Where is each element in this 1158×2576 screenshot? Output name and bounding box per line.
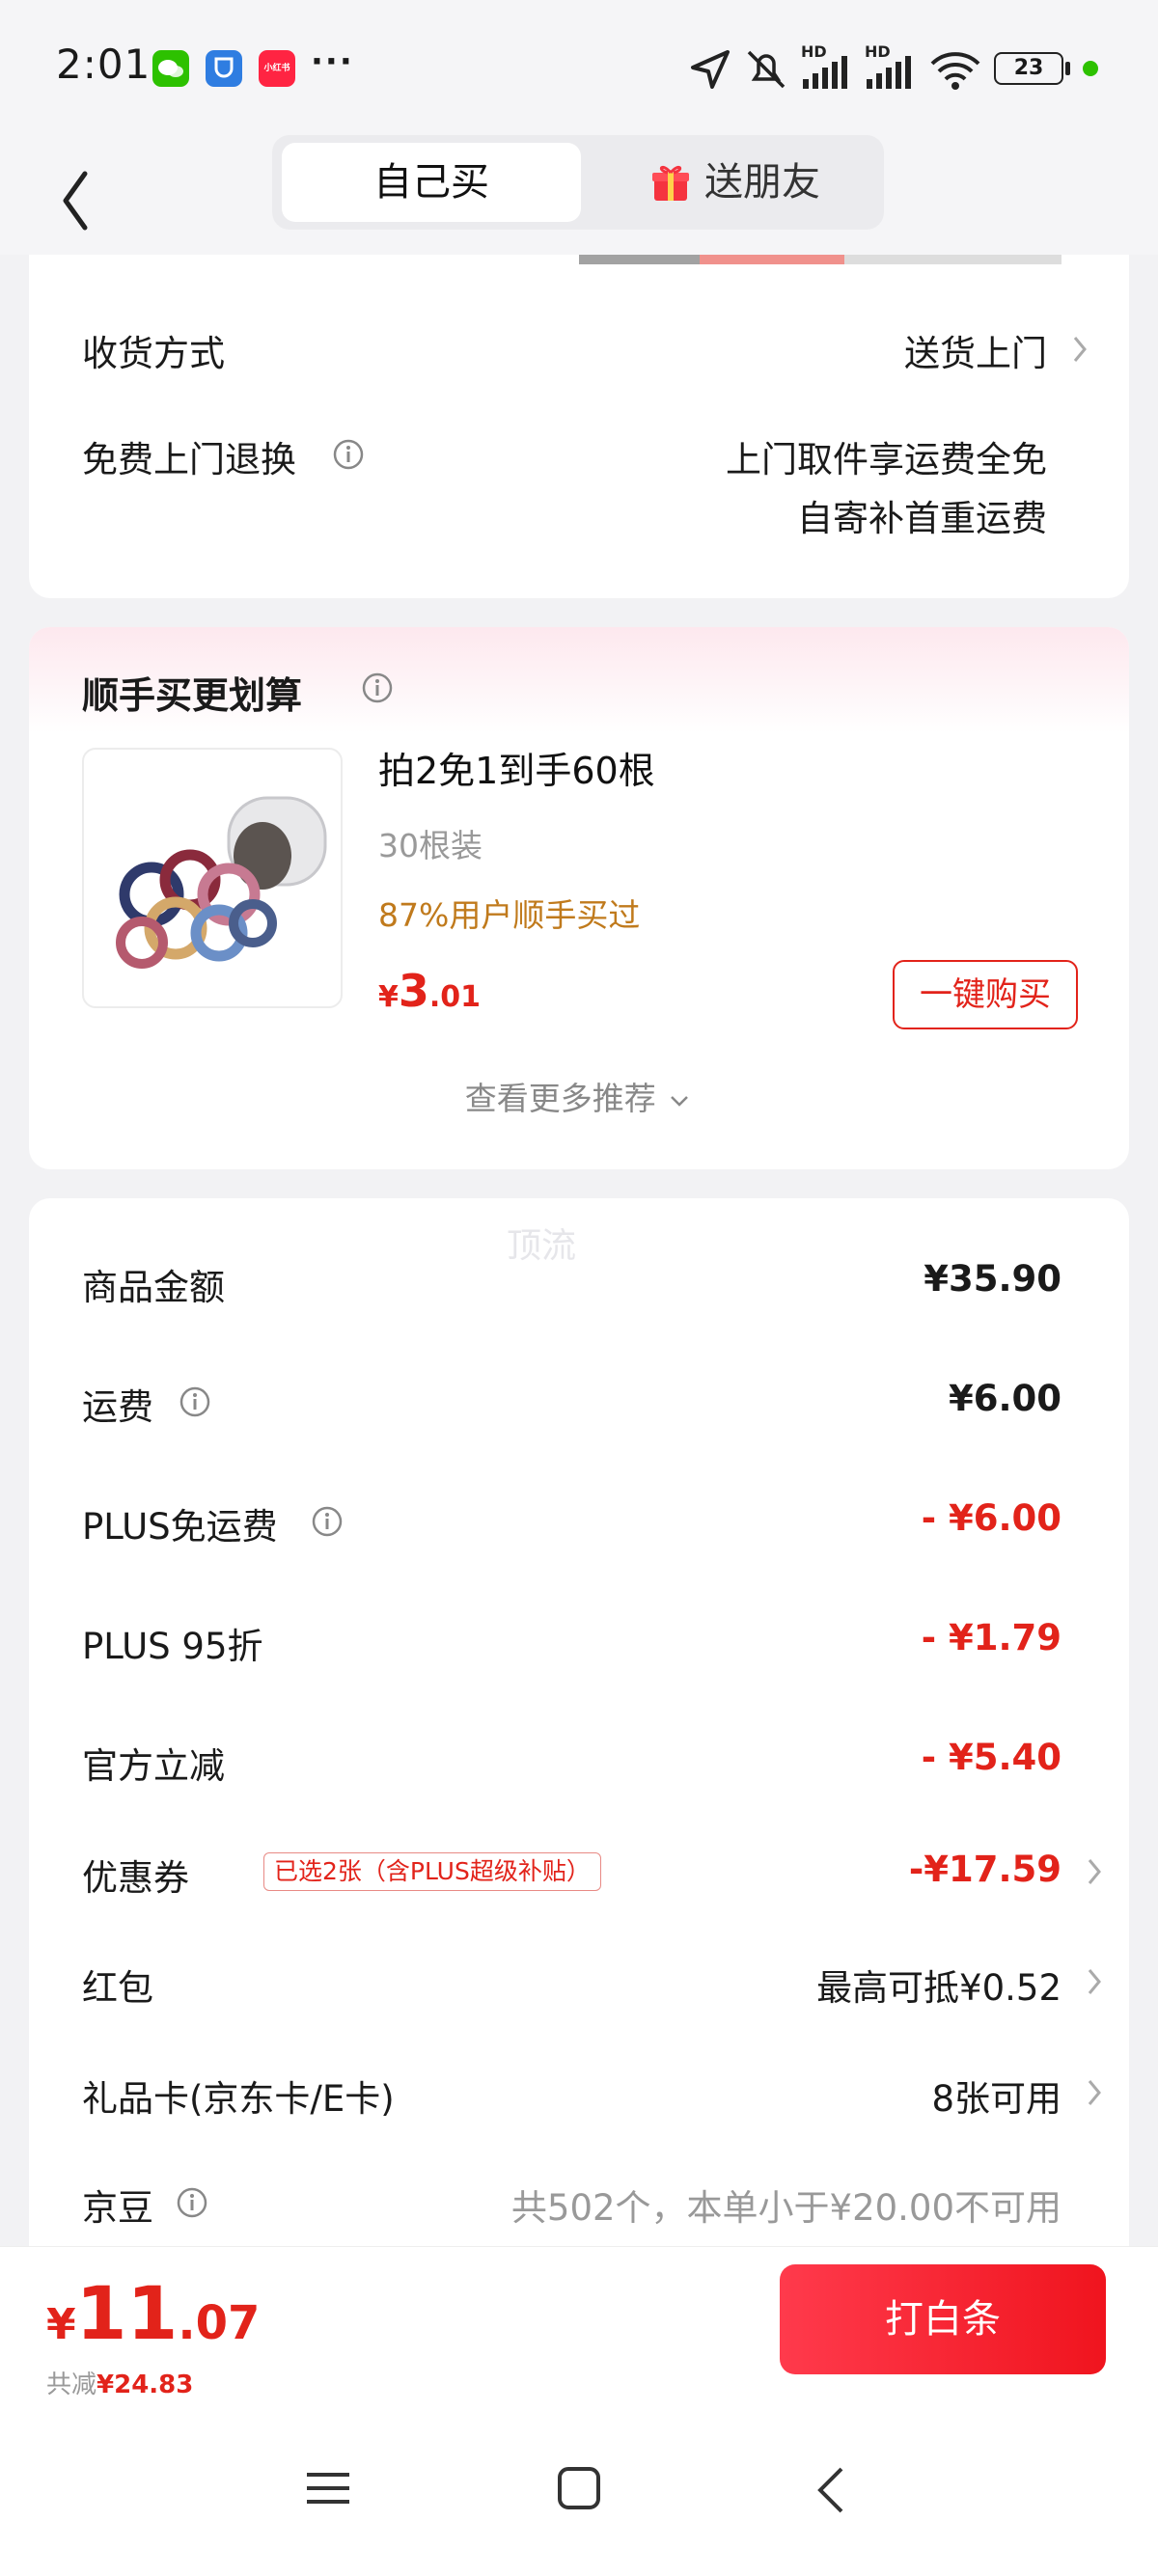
header: 自己买 送朋友	[0, 135, 1158, 255]
more-recommendations-label: 查看更多推荐	[464, 1080, 656, 1117]
delivery-method-value[interactable]: 送货上门	[904, 324, 1047, 376]
battery-level: 23	[1013, 56, 1044, 80]
tab-buy-for-self[interactable]: 自己买	[282, 143, 581, 222]
row-label-official-discount: 官方立减	[82, 1745, 225, 1787]
battery-tip	[1065, 62, 1070, 75]
total-integer: 11	[75, 2270, 179, 2356]
xiaohongshu-icon: 小红书	[259, 50, 295, 87]
purchase-mode-toggle: 自己买 送朋友	[272, 135, 884, 230]
coupon-selected-tag: 已选2张（含PLUS超级补贴）	[263, 1852, 601, 1891]
row-value-plus-free-shipping: - ¥6.00	[921, 1497, 1062, 1539]
delivery-method-label: 收货方式	[82, 333, 225, 374]
delivery-card: 收货方式 送货上门 免费上门退换 上门取件享运费全免 自寄补首重运费	[29, 255, 1129, 598]
gift-tab-label: 送朋友	[704, 160, 820, 205]
recommend-title: 顺手买更划算	[82, 674, 303, 717]
xiaohongshu-label: 小红书	[263, 64, 290, 73]
one-click-buy-button[interactable]: 一键购买	[893, 960, 1078, 1029]
chevron-right-icon	[1088, 1969, 1101, 1994]
price-decimal: .01	[428, 980, 482, 1014]
coupon-row[interactable]: 优惠券 已选2张（含PLUS超级补贴） -¥17.59	[82, 1849, 1101, 1899]
row-label-red-packet: 红包	[82, 1967, 153, 2009]
product-price: ¥3.01	[378, 965, 481, 1017]
chevron-right-icon[interactable]	[1069, 332, 1090, 367]
row-label-goods-amount: 商品金额	[82, 1267, 225, 1308]
app-shield-icon	[206, 50, 242, 87]
price-integer: 3	[398, 965, 429, 1017]
row-value-shipping: ¥6.00	[948, 1378, 1062, 1419]
mute-bell-icon	[747, 50, 786, 89]
total-currency: ¥	[46, 2300, 76, 2349]
row-value-plus-discount: - ¥1.79	[921, 1617, 1062, 1658]
price-summary-card: 顶流 商品金额 ¥35.90 运费 ¥6.00 PLUS免运费 - ¥6.00 …	[29, 1198, 1129, 2260]
clock: 2:01	[56, 41, 152, 88]
chevron-right-icon	[1088, 1859, 1101, 1884]
more-notifications: ···	[311, 42, 354, 81]
wifi-icon	[930, 52, 980, 90]
row-value-gift-card: 8张可用	[931, 2078, 1062, 2120]
row-value-goods-amount: ¥35.90	[924, 1258, 1062, 1300]
product-thumbnail[interactable]	[82, 748, 343, 1008]
cut-off-delivery-time	[579, 255, 1062, 264]
product-spec: 30根装	[378, 827, 482, 864]
privacy-dot	[1083, 61, 1098, 76]
gift-card-row[interactable]: 礼品卡(京东卡/E卡) 8张可用	[82, 2069, 1101, 2120]
nav-back-icon[interactable]	[813, 2465, 851, 2515]
saved-value: ¥24.83	[96, 2370, 194, 2399]
info-icon[interactable]	[361, 671, 394, 704]
product-title[interactable]: 拍2免1到手60根	[378, 741, 655, 794]
row-value-official-discount: - ¥5.40	[921, 1737, 1062, 1778]
tab-gift-to-friend[interactable]: 送朋友	[595, 143, 875, 222]
back-arrow-icon[interactable]	[56, 154, 114, 232]
info-icon[interactable]	[332, 438, 365, 471]
free-return-line-1: 上门取件享运费全免	[726, 439, 1047, 480]
wechat-icon	[152, 50, 189, 87]
total-decimal: .07	[178, 2296, 261, 2350]
price-currency: ¥	[378, 980, 399, 1014]
checkout-bar: ¥11.07 共减¥24.83 打白条	[0, 2246, 1158, 2576]
chevron-right-icon	[1088, 2080, 1101, 2105]
watermark: 顶流	[507, 1226, 577, 1266]
free-return-line-2: 自寄补首重运费	[797, 498, 1047, 539]
menu-icon[interactable]	[305, 2467, 351, 2509]
row-label-plus-discount: PLUS 95折	[82, 1626, 263, 1667]
info-icon[interactable]	[179, 1385, 211, 1418]
info-icon[interactable]	[311, 1505, 344, 1538]
row-value-coupon: -¥17.59	[908, 1849, 1062, 1890]
chevron-down-icon	[671, 1095, 689, 1107]
battery-indicator: 23	[994, 52, 1063, 85]
free-return-label: 免费上门退换	[82, 439, 296, 480]
location-icon	[691, 50, 730, 89]
red-packet-row[interactable]: 红包 最高可抵¥0.52	[82, 1959, 1101, 2009]
row-label-jd-beans: 京豆	[82, 2187, 153, 2229]
more-recommendations-link[interactable]: 查看更多推荐	[29, 1073, 1129, 1119]
row-value-red-packet: 最高可抵¥0.52	[816, 1967, 1062, 2009]
gift-icon	[652, 165, 689, 201]
hair-ties-image	[116, 796, 327, 969]
recommend-card: 顺手买更划算 拍2免1到手60根 30根装 87%用户顺手买过 ¥3.01 一键…	[29, 627, 1129, 1169]
saved-label: 共减	[46, 2370, 97, 2399]
row-value-jd-beans: 共502个，本单小于¥20.00不可用	[510, 2187, 1062, 2229]
row-label-plus-free-shipping: PLUS免运费	[82, 1506, 278, 1548]
total-saved: 共减¥24.83	[46, 2365, 193, 2400]
row-label-shipping: 运费	[82, 1386, 153, 1428]
pay-with-baitiao-button[interactable]: 打白条	[780, 2264, 1106, 2374]
info-icon[interactable]	[176, 2186, 208, 2219]
row-label-gift-card: 礼品卡(京东卡/E卡)	[82, 2078, 395, 2120]
home-icon[interactable]	[556, 2465, 602, 2511]
row-label-coupon: 优惠券	[82, 1857, 189, 1899]
status-bar: 2:01 小红书 ··· HD HD 23	[0, 0, 1158, 135]
signal-icon-2	[867, 56, 911, 89]
product-social-proof: 87%用户顺手买过	[378, 896, 641, 934]
total-price: ¥11.07	[46, 2270, 260, 2356]
signal-icon-1	[803, 56, 847, 89]
